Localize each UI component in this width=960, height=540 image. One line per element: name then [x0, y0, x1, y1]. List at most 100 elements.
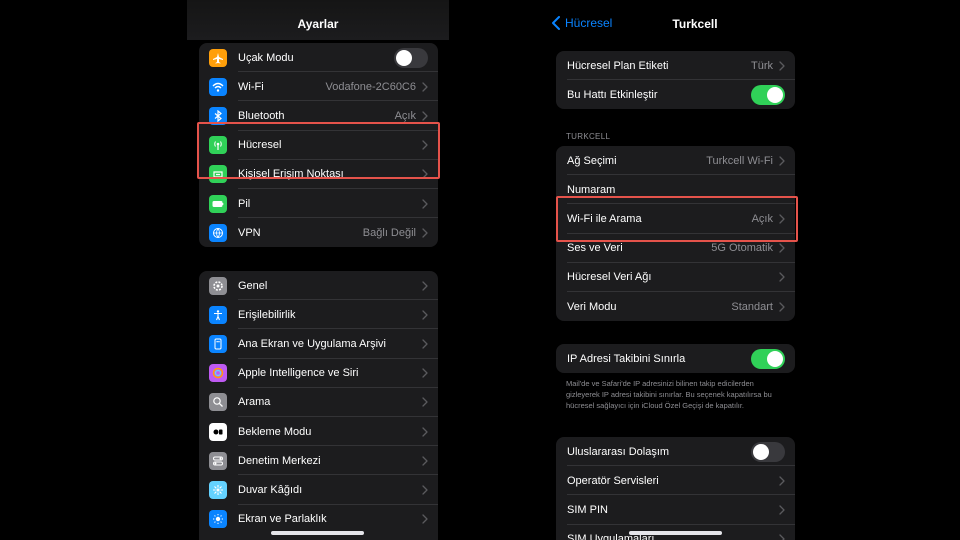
- settings-row-operator-servisleri[interactable]: Operatör Servisleri: [556, 466, 795, 496]
- settings-row-denetim-merkezi[interactable]: Denetim Merkezi: [199, 446, 438, 476]
- page-title: Ayarlar: [297, 17, 339, 31]
- chevron-right-icon-wrap: [779, 534, 785, 540]
- chevron-right-icon: [422, 426, 428, 437]
- chevron-right-icon-wrap: [422, 426, 428, 437]
- row-label: Veri Modu: [567, 300, 617, 313]
- settings-row-ana-ekran-ve-uygulama-arsivi[interactable]: Ana Ekran ve Uygulama Arşivi: [199, 329, 438, 359]
- chevron-right-icon: [422, 310, 428, 320]
- accessibility-icon: [209, 305, 227, 324]
- settings-row-bekleme-modu[interactable]: Bekleme Modu: [199, 417, 438, 447]
- settings-row-ag-secimi[interactable]: Ağ Seçimi Turkcell Wi-Fi: [556, 146, 795, 176]
- settings-row-hucresel-plan-etiketi[interactable]: Hücresel Plan Etiketi Türk: [556, 51, 795, 81]
- toggle-switch[interactable]: [394, 47, 428, 68]
- chevron-right-icon-wrap: [779, 60, 785, 71]
- toggle-switch[interactable]: [751, 84, 785, 105]
- row-label: Duvar Kâğıdı: [238, 483, 303, 496]
- standby-icon: [209, 422, 227, 441]
- chevron-right-icon: [422, 368, 428, 378]
- chevron-left-icon: [552, 16, 560, 30]
- settings-row-apple-intelligence-ve-siri[interactable]: Apple Intelligence ve Siri: [199, 359, 438, 388]
- row-value: Açık: [394, 109, 416, 122]
- chevron-right-icon-wrap: [779, 155, 785, 166]
- settings-row-ekran-ve-parlaklik[interactable]: Ekran ve Parlaklık: [199, 505, 438, 534]
- control-center-icon: [209, 451, 227, 470]
- nav-bar: Hücresel Turkcell: [545, 0, 805, 40]
- chevron-right-icon-wrap: [422, 280, 428, 291]
- settings-row-bluetooth[interactable]: Bluetooth Açık: [199, 101, 438, 131]
- chevron-right-icon-wrap: [422, 310, 428, 320]
- settings-row-erisilebilirlik[interactable]: Erişilebilirlik: [199, 300, 438, 330]
- brightness-icon: [209, 510, 227, 529]
- nav-bar: Ayarlar: [187, 0, 449, 40]
- toggle-knob: [767, 350, 783, 367]
- settings-row-numaram[interactable]: Numaram: [556, 175, 795, 205]
- chevron-right-icon-wrap: [779, 243, 785, 253]
- row-label: Operatör Servisleri: [567, 474, 659, 487]
- chevron-right-icon: [422, 198, 428, 209]
- chevron-right-icon-wrap: [779, 272, 785, 282]
- toggle-switch[interactable]: [751, 441, 785, 462]
- settings-row-arama[interactable]: Arama: [199, 388, 438, 417]
- row-label: Ses ve Veri: [567, 242, 623, 255]
- row-label: Denetim Merkezi: [238, 454, 321, 467]
- settings-row-veri-modu[interactable]: Veri Modu Standart: [556, 292, 795, 321]
- row-label: Wi-Fi ile Arama: [567, 212, 642, 225]
- settings-row-uluslararasi-dolasim[interactable]: Uluslararası Dolaşım: [556, 437, 795, 467]
- siri-icon: [209, 364, 227, 383]
- chevron-right-icon-wrap: [779, 476, 785, 486]
- chevron-right-icon-wrap: [779, 301, 785, 312]
- settings-group-sim: Uluslararası Dolaşım Operatör Servisleri S…: [556, 437, 795, 540]
- row-label: SIM PIN: [567, 503, 608, 516]
- settings-group-plan: Hücresel Plan Etiketi Türk Bu Hattı Etkinl…: [556, 51, 795, 110]
- toggle-knob: [753, 443, 769, 460]
- row-label: Wi-Fi: [238, 80, 264, 93]
- chevron-right-icon-wrap: [422, 169, 428, 179]
- chevron-right-icon-wrap: [422, 198, 428, 209]
- section-header: TURKCELL: [566, 132, 611, 141]
- settings-row-hucresel-veri-agi[interactable]: Hücresel Veri Ağı: [556, 263, 795, 292]
- toggle-knob: [767, 86, 783, 103]
- chevron-right-icon-wrap: [422, 228, 428, 238]
- row-value: Standart: [731, 300, 773, 313]
- settings-row-ses-ve-veri[interactable]: Ses ve Veri 5G Otomatik: [556, 234, 795, 263]
- airplane-icon: [209, 48, 227, 67]
- search-icon: [209, 393, 227, 412]
- gear-icon: [209, 276, 227, 295]
- chevron-right-icon: [779, 243, 785, 253]
- settings-row-bu-hatti-etkinlestir[interactable]: Bu Hattı Etkinleştir: [556, 80, 795, 109]
- row-label: Bekleme Modu: [238, 425, 312, 438]
- settings-row-sim-pin[interactable]: SIM PIN: [556, 495, 795, 525]
- settings-row-wi-fi[interactable]: Wi-Fi Vodafone-2C60C6: [199, 72, 438, 102]
- chevron-right-icon: [422, 169, 428, 179]
- chevron-right-icon: [779, 272, 785, 282]
- toggle-knob: [396, 49, 412, 66]
- row-label: Arama: [238, 396, 271, 409]
- home-indicator[interactable]: [271, 531, 364, 535]
- chevron-right-icon: [422, 485, 428, 495]
- row-value: Turkcell Wi-Fi: [706, 154, 773, 167]
- row-label: Numaram: [567, 183, 616, 196]
- cellular-antenna-icon: [209, 136, 227, 155]
- settings-row-pil[interactable]: Pil: [199, 189, 438, 219]
- toggle-switch[interactable]: [751, 348, 785, 369]
- chevron-right-icon: [779, 60, 785, 71]
- chevron-right-icon: [422, 280, 428, 291]
- settings-row-wi-fi-ile-arama[interactable]: Wi-Fi ile Arama Açık: [556, 204, 795, 234]
- settings-row-ucak-modu[interactable]: Uçak Modu: [199, 43, 438, 73]
- settings-row-vpn[interactable]: VPN Bağlı Değil: [199, 218, 438, 247]
- settings-row-hucresel[interactable]: Hücresel: [199, 131, 438, 160]
- settings-row-ip-adresi-takibini-sinirla[interactable]: IP Adresi Takibini Sınırla: [556, 344, 795, 373]
- home-indicator[interactable]: [629, 531, 722, 535]
- settings-row-kisisel-erisim-noktasi[interactable]: Kişisel Erişim Noktası: [199, 160, 438, 189]
- row-label: Bluetooth: [238, 109, 285, 122]
- settings-row-duvar-kagidi[interactable]: Duvar Kâğıdı: [199, 475, 438, 505]
- settings-row-genel[interactable]: Genel: [199, 271, 438, 301]
- chevron-right-icon-wrap: [779, 185, 785, 195]
- chevron-right-icon: [422, 140, 428, 150]
- chevron-right-icon: [422, 228, 428, 238]
- row-label: VPN: [238, 226, 261, 239]
- chevron-right-icon-wrap: [422, 368, 428, 378]
- row-value: 5G Otomatik: [711, 242, 773, 255]
- row-label: Erişilebilirlik: [238, 308, 296, 321]
- row-label: Ana Ekran ve Uygulama Arşivi: [238, 337, 386, 350]
